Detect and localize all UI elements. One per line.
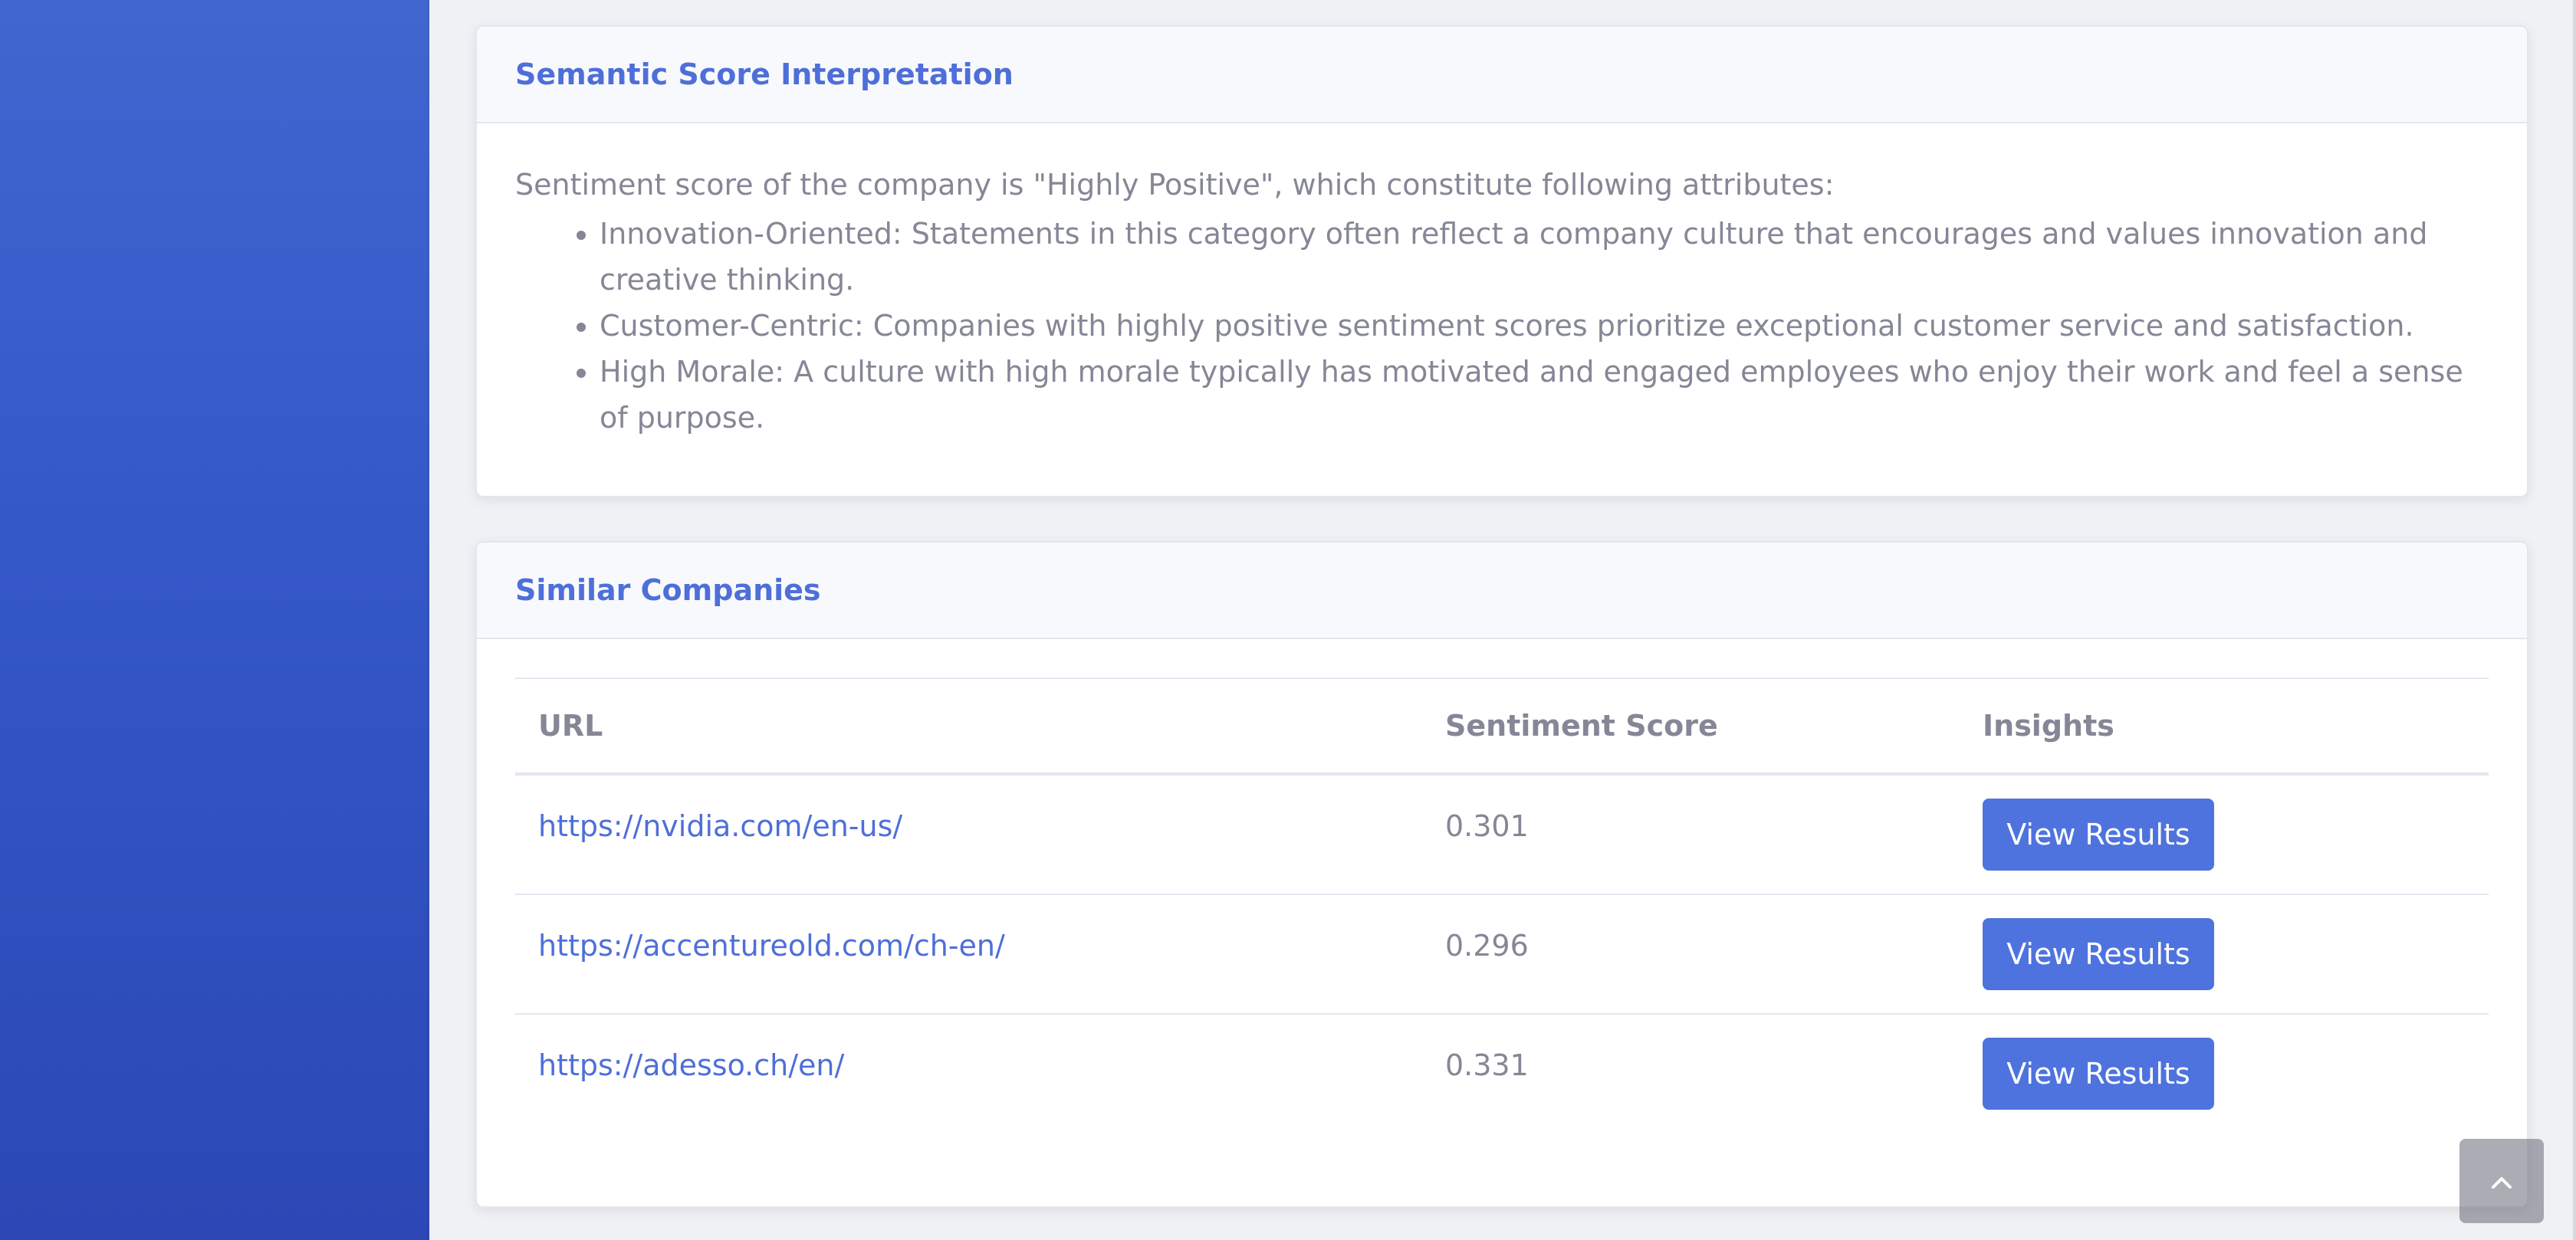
score-cell: 0.296	[1422, 894, 1960, 1015]
table-row: https://adesso.ch/en/ 0.331 View Results	[515, 1014, 2489, 1133]
card-title: Semantic Score Interpretation	[515, 57, 1014, 91]
card-body: URL Sentiment Score Insights https://nvi…	[477, 639, 2527, 1133]
card-header: Similar Companies	[477, 543, 2527, 639]
list-item: Innovation-Oriented: Statements in this …	[600, 211, 2489, 303]
interpretation-intro: Sentiment score of the company is "Highl…	[515, 168, 1835, 202]
similar-companies-table: URL Sentiment Score Insights https://nvi…	[515, 677, 2489, 1133]
company-url-link[interactable]: https://nvidia.com/en-us/	[538, 776, 1422, 849]
insights-cell: View Results	[1960, 1014, 2489, 1133]
view-results-button[interactable]: View Results	[1983, 918, 2214, 990]
column-header-sentiment-score[interactable]: Sentiment Score	[1422, 677, 1960, 776]
card-body: Sentiment score of the company is "Highl…	[477, 123, 2527, 441]
score-cell: 0.331	[1422, 1014, 1960, 1133]
page-scrollbar-edge	[2573, 0, 2576, 1240]
similar-companies-card: Similar Companies URL Sentiment Score In…	[475, 541, 2528, 1208]
chevron-up-icon	[2490, 1166, 2513, 1197]
main-content: Semantic Score Interpretation Sentiment …	[429, 0, 2576, 1240]
insights-cell: View Results	[1960, 774, 2489, 895]
attribute-list: Innovation-Oriented: Statements in this …	[515, 211, 2489, 441]
company-url-link[interactable]: https://adesso.ch/en/	[538, 1015, 1422, 1088]
insights-cell: View Results	[1960, 894, 2489, 1015]
url-cell: https://nvidia.com/en-us/	[515, 774, 1422, 895]
view-results-button[interactable]: View Results	[1983, 1038, 2214, 1110]
scroll-to-top-button[interactable]	[2459, 1139, 2544, 1223]
sentiment-score-value: 0.301	[1445, 809, 1529, 843]
company-url-link[interactable]: https://accentureold.com/ch-en/	[538, 895, 1422, 969]
table-row: https://nvidia.com/en-us/ 0.301 View Res…	[515, 774, 2489, 895]
sentiment-score-value: 0.331	[1445, 1048, 1529, 1082]
sentiment-score-value: 0.296	[1445, 929, 1529, 963]
column-header-insights[interactable]: Insights	[1960, 677, 2489, 776]
semantic-interpretation-card: Semantic Score Interpretation Sentiment …	[475, 25, 2528, 497]
column-header-url[interactable]: URL	[515, 677, 1422, 776]
table-header-row: URL Sentiment Score Insights	[515, 677, 2489, 776]
list-item: Customer-Centric: Companies with highly …	[600, 303, 2489, 349]
table-row: https://accentureold.com/ch-en/ 0.296 Vi…	[515, 894, 2489, 1015]
sidebar	[0, 0, 429, 1240]
view-results-button[interactable]: View Results	[1983, 799, 2214, 871]
score-cell: 0.301	[1422, 774, 1960, 895]
card-header: Semantic Score Interpretation	[477, 27, 2527, 123]
url-cell: https://adesso.ch/en/	[515, 1014, 1422, 1133]
card-title: Similar Companies	[515, 573, 821, 607]
url-cell: https://accentureold.com/ch-en/	[515, 894, 1422, 1015]
list-item: High Morale: A culture with high morale …	[600, 349, 2489, 441]
